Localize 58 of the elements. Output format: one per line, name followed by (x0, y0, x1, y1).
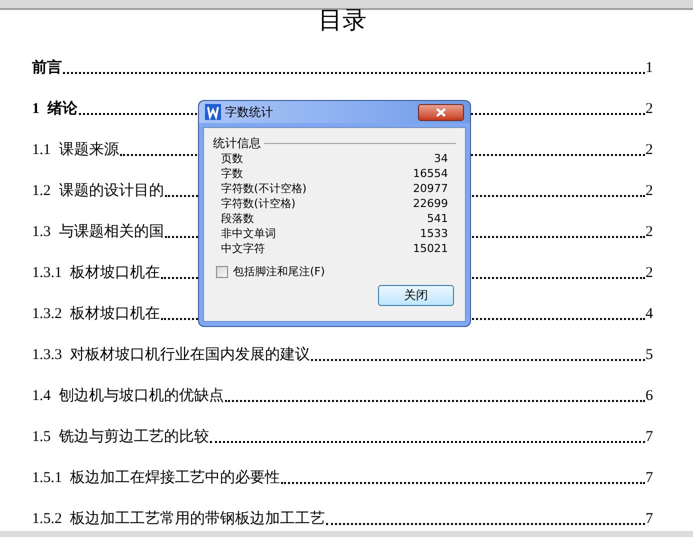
section-title: 铣边与剪边工艺的比较 (58, 428, 209, 446)
page-number: 2 (646, 182, 653, 200)
dialog-title: 字数统计 (225, 104, 273, 121)
page-number: 1 (646, 59, 653, 77)
stat-label: 中文字符 (221, 241, 265, 256)
section-title: 板边加工在焊接工艺中的必要性 (70, 469, 280, 487)
page-number: 4 (646, 305, 653, 323)
checkbox[interactable] (216, 266, 228, 278)
close-icon (436, 108, 446, 116)
page-number: 2 (646, 223, 653, 241)
stat-value: 1533 (420, 226, 448, 241)
document-title: 目录 (318, 9, 368, 33)
close-button[interactable] (418, 104, 464, 120)
group-label: 统计信息 (213, 136, 261, 151)
stat-value: 15021 (413, 241, 448, 256)
page-number: 2 (646, 264, 653, 282)
section-number: 1.3.2 (32, 305, 62, 323)
page-number: 7 (646, 428, 653, 446)
stat-label: 字符数(不计空格) (221, 181, 307, 196)
section-title: 前言 (32, 59, 62, 77)
stat-value: 16554 (413, 166, 448, 181)
stat-label: 页数 (221, 151, 243, 166)
section-number: 1.3 (32, 223, 51, 241)
stat-value: 22699 (413, 196, 448, 211)
page-number: 2 (646, 100, 653, 118)
section-number: 1.5.2 (32, 510, 62, 528)
section-title: 绪论 (48, 100, 78, 118)
section-number: 1 (32, 100, 40, 118)
stat-label: 字符数(计空格) (221, 196, 296, 211)
stat-label: 非中文单词 (221, 226, 276, 241)
section-title: 板边加工工艺常用的带钢板边加工工艺 (70, 510, 325, 528)
section-title: 课题的设计目的 (58, 182, 164, 200)
section-title: 对板材坡口机行业在国内发展的建议 (70, 346, 310, 364)
stat-value: 34 (434, 151, 448, 166)
section-number: 1.2 (32, 182, 51, 200)
app-logo-icon (205, 104, 221, 120)
stat-label: 字数 (221, 166, 243, 181)
page-number: 2 (646, 141, 653, 159)
section-number: 1.4 (32, 387, 51, 405)
page-number: 7 (646, 510, 653, 528)
section-number: 1.5.1 (32, 469, 62, 487)
checkbox-label: 包括脚注和尾注(F) (233, 264, 325, 279)
close-dialog-button[interactable]: 关闭 (378, 285, 454, 306)
page-number: 7 (646, 469, 653, 487)
page-number: 5 (646, 346, 653, 364)
section-title: 刨边机与坡口机的优缺点 (58, 387, 224, 405)
stat-value: 20977 (413, 181, 448, 196)
page-number: 6 (646, 387, 653, 405)
stat-value: 541 (427, 211, 448, 226)
section-title: 课题来源 (58, 141, 119, 159)
section-title: 与课题相关的国 (58, 223, 164, 241)
section-title: 板材坡口机在 (70, 305, 160, 323)
section-number: 1.3.1 (32, 264, 62, 282)
section-number: 1.3.3 (32, 346, 62, 364)
section-number: 1.1 (32, 141, 51, 159)
stat-label: 段落数 (221, 211, 254, 226)
section-number: 1.5 (32, 428, 51, 446)
section-title: 板材坡口机在 (70, 264, 160, 282)
